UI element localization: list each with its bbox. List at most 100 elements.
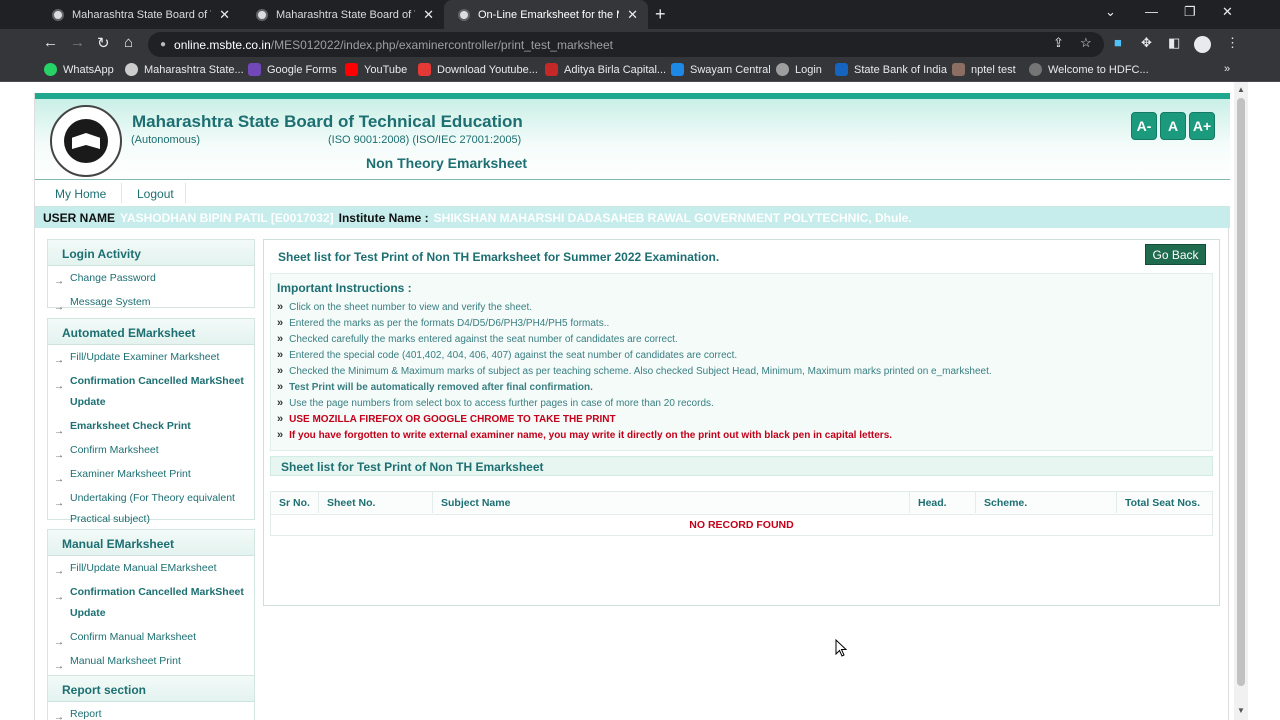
institute-value: SHIKSHAN MAHARSHI DADASAHEB RAWAL GOVERN… [433, 210, 912, 225]
col-sr-no: Sr No. [271, 492, 319, 513]
sidebar-item-fill-update-examiner[interactable]: → Fill/Update Examiner Marksheet [48, 345, 254, 371]
bookmark-star-icon[interactable]: ☆ [1080, 35, 1092, 51]
minimize-icon[interactable]: — [1145, 4, 1158, 19]
msbte-icon [125, 63, 138, 76]
arrow-right-icon: → [54, 276, 64, 287]
font-decrease-button[interactable]: A- [1131, 112, 1157, 140]
browser-tab-2[interactable]: Maharashtra State Board of Technic ✕ [242, 0, 444, 29]
bookmark-swayam[interactable]: Swayam Central [671, 63, 771, 76]
sidebar-item-examiner-print[interactable]: → Examiner Marksheet Print [48, 464, 254, 488]
sidebar-item-check-print[interactable]: → Emarksheet Check Print [48, 416, 254, 440]
arrow-right-icon: → [54, 661, 64, 672]
share-icon[interactable]: ⇪ [1053, 35, 1064, 51]
browser-tab-3[interactable]: On-Line Emarksheet for the MSBTE ✕ [444, 0, 648, 29]
bookmark-youtube[interactable]: YouTube [345, 63, 407, 76]
sidebar-item-fill-update-manual[interactable]: → Fill/Update Manual EMarksheet [48, 556, 254, 582]
sidebar-report-section: Report section → Report [47, 675, 255, 720]
top-nav: My Home Logout [35, 180, 1230, 207]
tab-title: Maharashtra State Board of Technic [276, 8, 415, 21]
font-reset-button[interactable]: A [1160, 112, 1186, 140]
home-icon[interactable]: ⌂ [124, 34, 133, 51]
mouse-cursor-icon [835, 639, 847, 657]
youtube-icon [345, 63, 358, 76]
back-icon[interactable]: ← [43, 34, 58, 51]
bookmark-google-forms[interactable]: Google Forms [248, 63, 337, 76]
instructions-box: Important Instructions : » Click on the s… [270, 273, 1213, 451]
tab-title: Maharashtra State Board of Technic [72, 8, 211, 21]
sidebar-item-change-password[interactable]: → Change Password [48, 266, 254, 292]
instructions-title: Important Instructions : [277, 281, 412, 295]
sidebar-section-title: Manual EMarksheet [48, 530, 254, 556]
arrow-right-icon: → [54, 355, 64, 366]
page-scrollbar[interactable]: ▲ ▼ [1234, 82, 1248, 720]
bookmark-login[interactable]: Login [776, 63, 822, 76]
main-panel: Sheet list for Test Print of Non TH Emar… [263, 239, 1220, 606]
instruction-item: » Checked the Minimum & Maximum marks of … [277, 365, 992, 377]
font-increase-button[interactable]: A+ [1189, 112, 1215, 140]
restore-icon[interactable]: ❐ [1184, 4, 1196, 20]
extension-icon[interactable]: ■ [1114, 35, 1122, 50]
more-bookmarks-icon[interactable]: » [1224, 63, 1230, 75]
scroll-down-icon[interactable]: ▼ [1237, 706, 1245, 715]
sidebar-automated-emarksheet: Automated EMarksheet → Fill/Update Examin… [47, 318, 255, 525]
site-favicon-icon [458, 8, 470, 21]
close-tab-icon[interactable]: ✕ [219, 7, 230, 23]
reload-icon[interactable]: ↻ [97, 34, 110, 52]
close-tab-icon[interactable]: ✕ [627, 7, 638, 23]
close-tab-icon[interactable]: ✕ [423, 7, 434, 23]
instruction-item: » Entered the special code (401,402, 404,… [277, 349, 738, 361]
extensions-puzzle-icon[interactable]: ✥ [1141, 35, 1152, 51]
side-panel-icon[interactable]: ◧ [1168, 35, 1180, 51]
globe-icon [1029, 63, 1042, 76]
sidebar-item-confirmation-cancelled[interactable]: → Confirmation Cancelled MarkSheet Update [48, 371, 254, 416]
double-chevron-icon: » [277, 333, 284, 345]
url-path: /MES012022/index.php/examinercontroller/… [270, 37, 613, 52]
tab-search-icon[interactable]: ⌄ [1105, 4, 1116, 20]
double-chevron-icon: » [277, 317, 284, 329]
browser-tab-1[interactable]: Maharashtra State Board of Technic ✕ [38, 0, 240, 29]
double-chevron-icon: » [277, 349, 284, 361]
bookmark-aditya-birla[interactable]: Aditya Birla Capital... [545, 63, 666, 76]
sidebar-manual-emarksheet: Manual EMarksheet → Fill/Update Manual EM… [47, 529, 255, 677]
bookmark-nptel[interactable]: nptel test [952, 63, 1016, 76]
bookmark-hdfc[interactable]: Welcome to HDFC... [1029, 63, 1149, 76]
close-window-icon[interactable]: ✕ [1222, 4, 1233, 20]
menu-icon[interactable]: ⋮ [1226, 35, 1239, 51]
sidebar-item-confirmation-cancelled-manual[interactable]: → Confirmation Cancelled MarkSheet Update [48, 582, 254, 627]
sidebar-item-confirm-manual[interactable]: → Confirm Manual Marksheet [48, 627, 254, 651]
sheet-list-title: Sheet list for Test Print of Non TH Emar… [270, 456, 1213, 476]
msbte-logo [50, 105, 122, 177]
sidebar-item-manual-print[interactable]: → Manual Marksheet Print [48, 651, 254, 675]
arrow-right-icon: → [54, 450, 64, 461]
bookmark-msbte[interactable]: Maharashtra State... [125, 63, 244, 76]
scrollbar-thumb[interactable] [1237, 98, 1245, 686]
forward-icon[interactable]: → [70, 34, 85, 51]
bookmark-sbi[interactable]: State Bank of India [835, 63, 947, 76]
go-back-button[interactable]: Go Back [1145, 244, 1206, 265]
col-scheme: Scheme. [976, 492, 1117, 513]
profile-avatar-icon[interactable] [1194, 36, 1211, 53]
sidebar-item-undertaking[interactable]: → Undertaking (For Theory equivalent Prac… [48, 488, 254, 533]
nav-logout[interactable]: Logout [137, 187, 174, 201]
iso-label: (ISO 9001:2008) (ISO/IEC 27001:2005) [328, 134, 522, 146]
sidebar-item-report[interactable]: → Report [48, 702, 254, 720]
google-forms-icon [248, 63, 261, 76]
nav-my-home[interactable]: My Home [55, 187, 106, 201]
instruction-item: » Use the page numbers from select box to… [277, 397, 714, 409]
user-info-bar: USER NAME YASHODHAN BIPIN PATIL [E001703… [35, 207, 1230, 228]
double-chevron-icon: » [277, 413, 284, 425]
sidebar-item-message-system[interactable]: → Message System [48, 292, 254, 316]
instruction-item: » Checked carefully the marks entered aga… [277, 333, 678, 345]
scroll-up-icon[interactable]: ▲ [1237, 85, 1245, 94]
new-tab-icon[interactable]: + [655, 4, 666, 25]
address-bar[interactable]: ● online.msbte.co.in/MES012022/index.php… [148, 32, 1104, 57]
sidebar-item-confirm-marksheet[interactable]: → Confirm Marksheet [48, 440, 254, 464]
nav-divider [121, 183, 122, 203]
lock-icon: ● [160, 39, 167, 50]
globe-icon [776, 63, 789, 76]
site-header: Maharashtra State Board of Technical Edu… [35, 93, 1230, 180]
bookmark-whatsapp[interactable]: WhatsApp [44, 63, 114, 76]
user-name-value: YASHODHAN BIPIN PATIL [E0017032] [120, 210, 334, 225]
bookmark-download-youtube[interactable]: Download Youtube... [418, 63, 538, 76]
site-container: Maharashtra State Board of Technical Edu… [34, 93, 1230, 720]
